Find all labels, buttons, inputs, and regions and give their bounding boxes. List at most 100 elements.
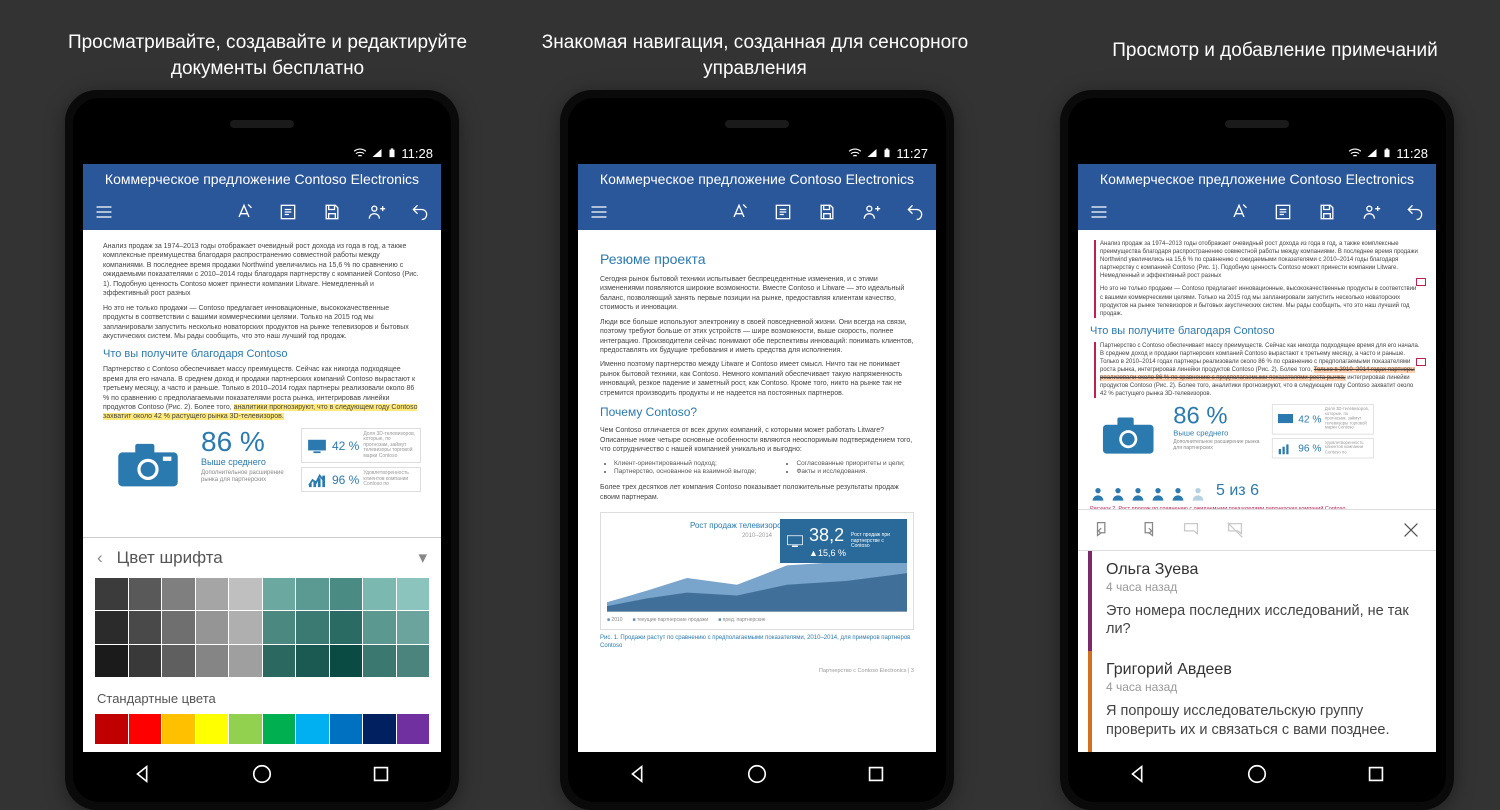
format-text-icon[interactable] [728, 201, 750, 223]
color-swatch[interactable] [296, 611, 329, 644]
color-swatch[interactable] [162, 578, 195, 611]
color-swatch[interactable] [330, 714, 363, 744]
page-footer: Партнерство с Contoso Electronics | 3 [600, 668, 914, 675]
chart-legend: 2010текущие партнерские продажипред. пар… [607, 617, 907, 624]
document-page[interactable]: Резюме проекта Сегодня рынок бытовой тех… [578, 230, 936, 752]
panel-header[interactable]: ‹ Цвет шрифта ▾ [83, 538, 441, 578]
nav-recent-icon[interactable] [1365, 763, 1387, 785]
delete-comment-icon[interactable] [1224, 519, 1246, 541]
mini-stat-42: 42 % Доля 3D-телевизоров, которые, по пр… [301, 428, 421, 464]
nav-recent-icon[interactable] [865, 763, 887, 785]
camera-icon [1090, 404, 1167, 464]
color-swatch[interactable] [363, 714, 396, 744]
color-swatch[interactable] [196, 611, 229, 644]
color-swatch[interactable] [296, 578, 329, 611]
color-swatch[interactable] [95, 645, 128, 678]
doc-title-bar: Коммерческое предложение Contoso Electro… [1078, 164, 1436, 194]
color-swatch[interactable] [397, 714, 430, 744]
nav-back-icon[interactable] [627, 763, 649, 785]
menu-icon[interactable] [93, 201, 115, 223]
nav-back-icon[interactable] [132, 763, 154, 785]
standard-color-row [83, 714, 441, 752]
color-swatch[interactable] [330, 578, 363, 611]
signal-icon [1366, 147, 1378, 159]
color-swatch[interactable] [263, 611, 296, 644]
color-swatch[interactable] [397, 578, 430, 611]
new-comment-icon[interactable] [1180, 519, 1202, 541]
chevron-down-icon[interactable]: ▾ [418, 548, 427, 568]
comment-2[interactable]: Григорий Авдеев 4 часа назад Я попрошу и… [1088, 651, 1436, 752]
color-swatch[interactable] [129, 645, 162, 678]
doc-heading: Что вы получите благодаря Contoso [1090, 324, 1424, 339]
color-swatch[interactable] [363, 645, 396, 678]
comment-text: Это номера последних исследований, не та… [1106, 602, 1422, 640]
save-icon[interactable] [1316, 201, 1338, 223]
comment-1[interactable]: Ольга Зуева 4 часа назад Это номера посл… [1088, 551, 1436, 652]
color-swatch[interactable] [196, 714, 229, 744]
prev-comment-icon[interactable] [1092, 519, 1114, 541]
phone-speaker [725, 120, 789, 128]
color-swatch[interactable] [129, 611, 162, 644]
color-swatch[interactable] [229, 645, 262, 678]
nav-recent-icon[interactable] [370, 763, 392, 785]
color-swatch[interactable] [95, 611, 128, 644]
signal-icon [371, 147, 383, 159]
share-person-icon[interactable] [365, 201, 387, 223]
color-swatch[interactable] [162, 645, 195, 678]
stat-86: 86 % [201, 428, 293, 456]
document-page[interactable]: Анализ продаж за 1974–2013 годы отобража… [1078, 230, 1436, 509]
color-swatch[interactable] [229, 714, 262, 744]
color-swatch[interactable] [263, 714, 296, 744]
color-swatch[interactable] [229, 578, 262, 611]
revision-mark[interactable] [1416, 278, 1426, 286]
undo-icon[interactable] [904, 201, 926, 223]
format-text-icon[interactable] [233, 201, 255, 223]
color-swatch[interactable] [129, 714, 162, 744]
undo-icon[interactable] [1404, 201, 1426, 223]
color-swatch[interactable] [196, 578, 229, 611]
color-swatch[interactable] [296, 645, 329, 678]
color-swatch[interactable] [330, 645, 363, 678]
color-swatch[interactable] [263, 578, 296, 611]
phone-3: 11:28 Коммерческое предложение Contoso E… [1060, 90, 1454, 810]
figure-caption: Рис. 1. Продажи растут по сравнению с пр… [600, 634, 914, 650]
save-icon[interactable] [321, 201, 343, 223]
color-swatch[interactable] [363, 578, 396, 611]
color-swatch[interactable] [397, 645, 430, 678]
close-icon[interactable] [1400, 519, 1422, 541]
share-person-icon[interactable] [1360, 201, 1382, 223]
nav-home-icon[interactable] [251, 763, 273, 785]
color-swatch[interactable] [296, 714, 329, 744]
nav-back-icon[interactable] [1127, 763, 1149, 785]
back-arrow-icon[interactable]: ‹ [97, 548, 103, 568]
color-swatch[interactable] [363, 611, 396, 644]
color-swatch[interactable] [330, 611, 363, 644]
reflow-icon[interactable] [277, 201, 299, 223]
nav-home-icon[interactable] [1246, 763, 1268, 785]
document-page[interactable]: Анализ продаж за 1974–2013 годы отобража… [83, 230, 441, 537]
revision-mark[interactable] [1416, 358, 1426, 366]
next-comment-icon[interactable] [1136, 519, 1158, 541]
format-text-icon[interactable] [1228, 201, 1250, 223]
people-stat-row: 5 из 6 [1090, 480, 1424, 502]
color-swatch[interactable] [162, 714, 195, 744]
color-swatch[interactable] [95, 714, 128, 744]
color-swatch[interactable] [229, 611, 262, 644]
phone-speaker [230, 120, 294, 128]
color-swatch[interactable] [95, 578, 128, 611]
reflow-icon[interactable] [1272, 201, 1294, 223]
color-swatch[interactable] [263, 645, 296, 678]
nav-home-icon[interactable] [746, 763, 768, 785]
doc-para: Люди все больше используют электронику в… [600, 318, 914, 356]
undo-icon[interactable] [409, 201, 431, 223]
doc-title-bar: Коммерческое предложение Contoso Electro… [83, 164, 441, 194]
reflow-icon[interactable] [772, 201, 794, 223]
menu-icon[interactable] [588, 201, 610, 223]
color-swatch[interactable] [162, 611, 195, 644]
save-icon[interactable] [816, 201, 838, 223]
color-swatch[interactable] [129, 578, 162, 611]
share-person-icon[interactable] [860, 201, 882, 223]
color-swatch[interactable] [196, 645, 229, 678]
color-swatch[interactable] [397, 611, 430, 644]
menu-icon[interactable] [1088, 201, 1110, 223]
